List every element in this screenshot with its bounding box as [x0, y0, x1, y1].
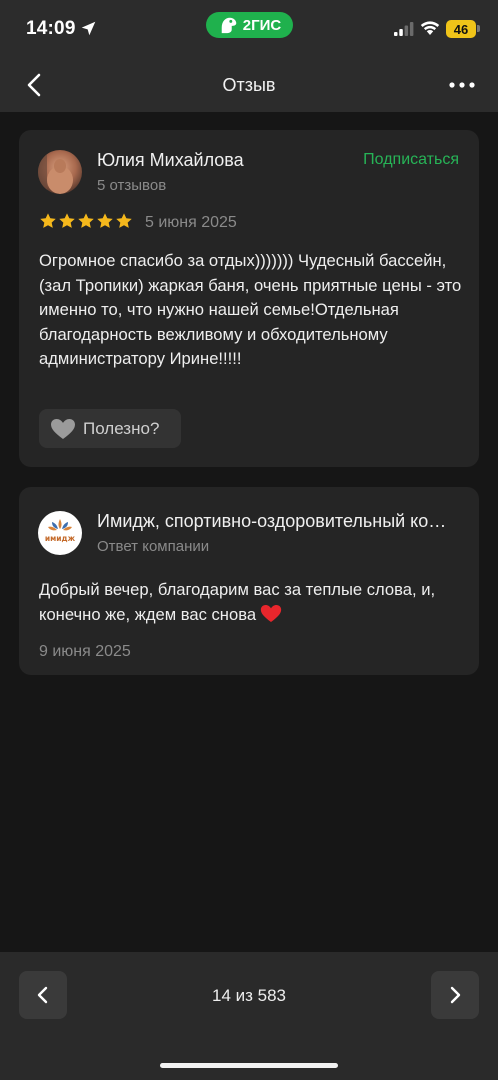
star-icon — [78, 213, 94, 228]
avatar-photo — [38, 150, 82, 194]
status-time: 14:09 — [26, 18, 76, 39]
star-icon — [59, 213, 75, 228]
home-indicator[interactable] — [160, 1063, 338, 1068]
author-name[interactable]: Юлия Михайлова — [97, 150, 244, 171]
subscribe-button[interactable]: Подписаться — [363, 151, 459, 169]
app-return-badge[interactable]: 2ГИС — [206, 12, 293, 38]
reply-date: 9 июня 2025 — [39, 643, 131, 660]
star-icon — [40, 213, 56, 228]
company-logo[interactable]: имидж — [38, 511, 82, 555]
chevron-right-icon — [450, 986, 461, 1004]
pager-counter: 14 из 583 — [211, 986, 286, 1005]
battery-indicator: 46 — [446, 20, 476, 38]
more-options-button[interactable] — [440, 68, 484, 102]
review-text: Огромное спасибо за отдых))))))) Чудесны… — [39, 251, 462, 368]
rating-stars — [39, 212, 133, 230]
company-logo-image: имидж — [45, 519, 76, 543]
company-reply-card: имидж Имидж, спортивно-оздоровительный к… — [19, 487, 479, 675]
battery-tip — [477, 25, 480, 32]
wifi-icon — [420, 21, 440, 35]
battery-level: 46 — [453, 21, 469, 37]
status-bar: 14:09 2ГИС 46 — [0, 0, 498, 58]
review-date: 5 июня 2025 — [145, 214, 237, 231]
location-arrow-icon — [81, 21, 96, 36]
red-heart-emoji-icon — [260, 604, 282, 622]
company-logo-text: имидж — [45, 534, 76, 543]
nav-bar: Отзыв — [0, 58, 498, 112]
author-review-count: 5 отзывов — [97, 177, 167, 194]
star-icon — [116, 213, 132, 228]
helpful-label: Полезно? — [83, 418, 160, 438]
pager-bar: 14 из 583 — [0, 952, 498, 1080]
reply-text: Добрый вечер, благодарим вас за теплые с… — [39, 578, 464, 627]
page-title: Отзыв — [222, 75, 276, 95]
2gis-logo-icon — [221, 17, 237, 34]
star-icon — [97, 213, 113, 228]
company-name[interactable]: Имидж, спортивно-оздоровительный комплек… — [97, 511, 447, 532]
cellular-signal-icon — [394, 22, 414, 36]
author-avatar[interactable] — [38, 150, 82, 194]
app-badge-label: 2ГИС — [242, 16, 282, 34]
helpful-button[interactable]: Полезно? — [39, 409, 181, 448]
reply-text-content: Добрый вечер, благодарим вас за теплые с… — [39, 580, 436, 624]
more-horizontal-icon — [449, 82, 475, 88]
review-card: Юлия Михайлова 5 отзывов Подписаться 5 и… — [19, 130, 479, 467]
next-review-button[interactable] — [431, 971, 479, 1019]
company-reply-label: Ответ компании — [97, 538, 210, 555]
heart-icon — [51, 418, 75, 439]
